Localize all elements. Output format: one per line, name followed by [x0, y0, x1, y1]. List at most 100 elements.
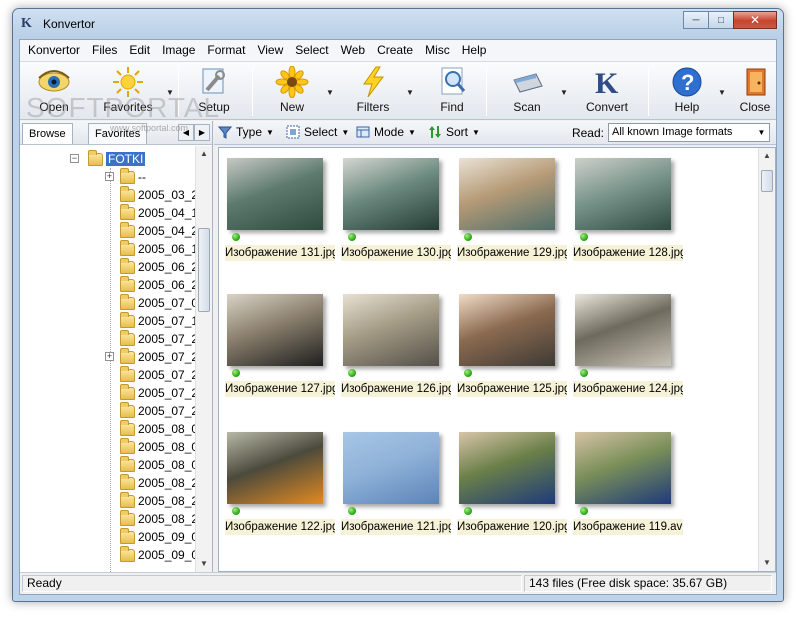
menu-create[interactable]: Create [371, 40, 419, 61]
thumbnail-image[interactable] [459, 158, 555, 230]
thumbnail-item[interactable]: Изображение 119.avi [571, 428, 687, 556]
tree-item-label: 2005_03_26 [138, 188, 196, 202]
tree-item[interactable]: 2005_08_21 [120, 473, 196, 492]
thumbnail-item[interactable]: Изображение 129.jpg [455, 154, 571, 282]
thumbnail-image[interactable] [575, 294, 671, 366]
tree-item[interactable]: 2005_06_28 [120, 275, 196, 294]
tree-item[interactable]: 2005_09_07 [120, 545, 196, 564]
menu-help[interactable]: Help [456, 40, 493, 61]
thumbnail-item[interactable]: Изображение 127.jpg [223, 290, 339, 418]
tree-root-item[interactable]: − FOTKI [70, 149, 146, 168]
help-button[interactable]: ? Help [656, 64, 718, 119]
tree-item-label: 2005_08_28 [138, 512, 196, 526]
scroll-down-icon[interactable]: ▼ [196, 556, 212, 572]
thumbnail-image[interactable] [343, 158, 439, 230]
folder-tree: − FOTKI + -- 2005_03_26 2005_04_16 2005_04_23 2… [20, 146, 196, 572]
mode-dropdown-arrow: ▼ [408, 127, 416, 137]
expand-icon[interactable]: + [105, 352, 114, 361]
minimize-button[interactable]: ─ [683, 11, 709, 29]
expand-icon[interactable]: + [105, 172, 114, 181]
filters-dropdown-arrow[interactable]: ▼ [406, 88, 414, 97]
tree-item[interactable]: 2005_06_13 [120, 239, 196, 258]
menu-files[interactable]: Files [86, 40, 123, 61]
scan-button[interactable]: Scan [496, 64, 558, 119]
scroll-thumb[interactable] [761, 170, 773, 192]
scroll-up-icon[interactable]: ▲ [196, 146, 212, 162]
thumbnail-item[interactable]: Изображение 128.jpg [571, 154, 687, 282]
thumbnail-image[interactable] [227, 158, 323, 230]
read-format-select[interactable]: All known Image formats ▼ [608, 123, 770, 142]
thumbnail-item[interactable]: Изображение 125.jpg [455, 290, 571, 418]
thumbnail-image[interactable] [575, 432, 671, 504]
maximize-button[interactable]: □ [708, 11, 734, 29]
konvertor-app-icon[interactable]: K [21, 16, 37, 32]
watermark-url: www.softportal.com [110, 123, 189, 133]
folder-icon [120, 203, 135, 220]
thumbnail-image[interactable] [459, 432, 555, 504]
tree-item[interactable]: 2005_07_10 [120, 311, 196, 330]
tree-item[interactable]: 2005_08_28 [120, 509, 196, 528]
folder-icon [120, 311, 135, 328]
tree-item[interactable]: 2005_07_25 [120, 383, 196, 402]
menu-format[interactable]: Format [201, 40, 251, 61]
tab-browse[interactable]: Browse [22, 123, 73, 144]
thumbnail-image[interactable] [343, 294, 439, 366]
thumbnail-image[interactable] [227, 294, 323, 366]
scroll-thumb[interactable] [198, 228, 210, 312]
tree-item[interactable]: 2005_08_26 [120, 491, 196, 510]
tree-item[interactable]: 2005_03_26 [120, 185, 196, 204]
menu-web[interactable]: Web [335, 40, 371, 61]
new-dropdown-arrow[interactable]: ▼ [326, 88, 334, 97]
title-bar[interactable]: K Konvertor ─ □ ✕ [13, 9, 783, 39]
menu-misc[interactable]: Misc [419, 40, 456, 61]
find-button[interactable]: Find [422, 64, 482, 119]
collapse-icon[interactable]: − [70, 154, 79, 163]
tree-item[interactable]: 2005_07_26 [120, 401, 196, 420]
thumbnail-image[interactable] [227, 432, 323, 504]
tree-item[interactable]: 2005_07_20 [120, 329, 196, 348]
close-window-button[interactable]: ✕ [733, 11, 777, 29]
sort-menu[interactable]: Sort ▼ [428, 125, 480, 139]
select-menu[interactable]: Select ▼ [286, 125, 349, 139]
thumbnail-item[interactable]: Изображение 121.jpg [339, 428, 455, 556]
convert-button[interactable]: K Convert [574, 64, 640, 119]
thumbnail-item[interactable]: Изображение 120.jpg [455, 428, 571, 556]
tab-scroll-right-icon[interactable]: ▶ [194, 124, 210, 141]
thumbnail-item[interactable]: Изображение 126.jpg [339, 290, 455, 418]
menu-select[interactable]: Select [289, 40, 334, 61]
tree-item[interactable]: 2005_09_02 [120, 527, 196, 546]
tree-item[interactable]: 2005_04_23 [120, 221, 196, 240]
close-button[interactable]: Close [732, 64, 778, 119]
tree-item[interactable]: 2005_04_16 [120, 203, 196, 222]
scroll-up-icon[interactable]: ▲ [759, 148, 775, 164]
scan-dropdown-arrow[interactable]: ▼ [560, 88, 568, 97]
thumbnail-item[interactable]: Изображение 122.jpg [223, 428, 339, 556]
filters-button[interactable]: Filters [342, 64, 404, 119]
thumbnail-grid-scrollbar[interactable]: ▲ ▼ [758, 148, 775, 571]
tree-item[interactable]: 2005_07_22 [120, 365, 196, 384]
tree-item[interactable]: 2005_08_04 [120, 437, 196, 456]
menu-view[interactable]: View [251, 40, 289, 61]
tree-item[interactable]: + -- [105, 167, 146, 186]
thumbnail-image[interactable] [575, 158, 671, 230]
help-dropdown-arrow[interactable]: ▼ [718, 88, 726, 97]
tree-item-label: 2005_09_07 [138, 548, 196, 562]
mode-menu[interactable]: Mode ▼ [356, 125, 416, 139]
tree-item[interactable]: 2005_07_03 [120, 293, 196, 312]
menu-konvertor[interactable]: Konvertor [22, 40, 86, 61]
folder-tree-scrollbar[interactable]: ▲ ▼ [195, 146, 212, 572]
type-menu[interactable]: Type ▼ [218, 125, 274, 139]
thumbnail-item[interactable]: Изображение 131.jpg [223, 154, 339, 282]
thumbnail-item[interactable]: Изображение 130.jpg [339, 154, 455, 282]
menu-edit[interactable]: Edit [123, 40, 156, 61]
tree-item[interactable]: 2005_06_23 [120, 257, 196, 276]
thumbnail-item[interactable]: Изображение 124.jpg [571, 290, 687, 418]
thumbnail-image[interactable] [343, 432, 439, 504]
tree-item[interactable]: 2005_08_02 [120, 419, 196, 438]
thumbnail-image[interactable] [459, 294, 555, 366]
menu-image[interactable]: Image [156, 40, 201, 61]
tree-item[interactable]: +2005_07_21 [105, 347, 196, 366]
scroll-down-icon[interactable]: ▼ [759, 555, 775, 571]
new-button[interactable]: New [262, 64, 322, 119]
tree-item[interactable]: 2005_08_08 [120, 455, 196, 474]
